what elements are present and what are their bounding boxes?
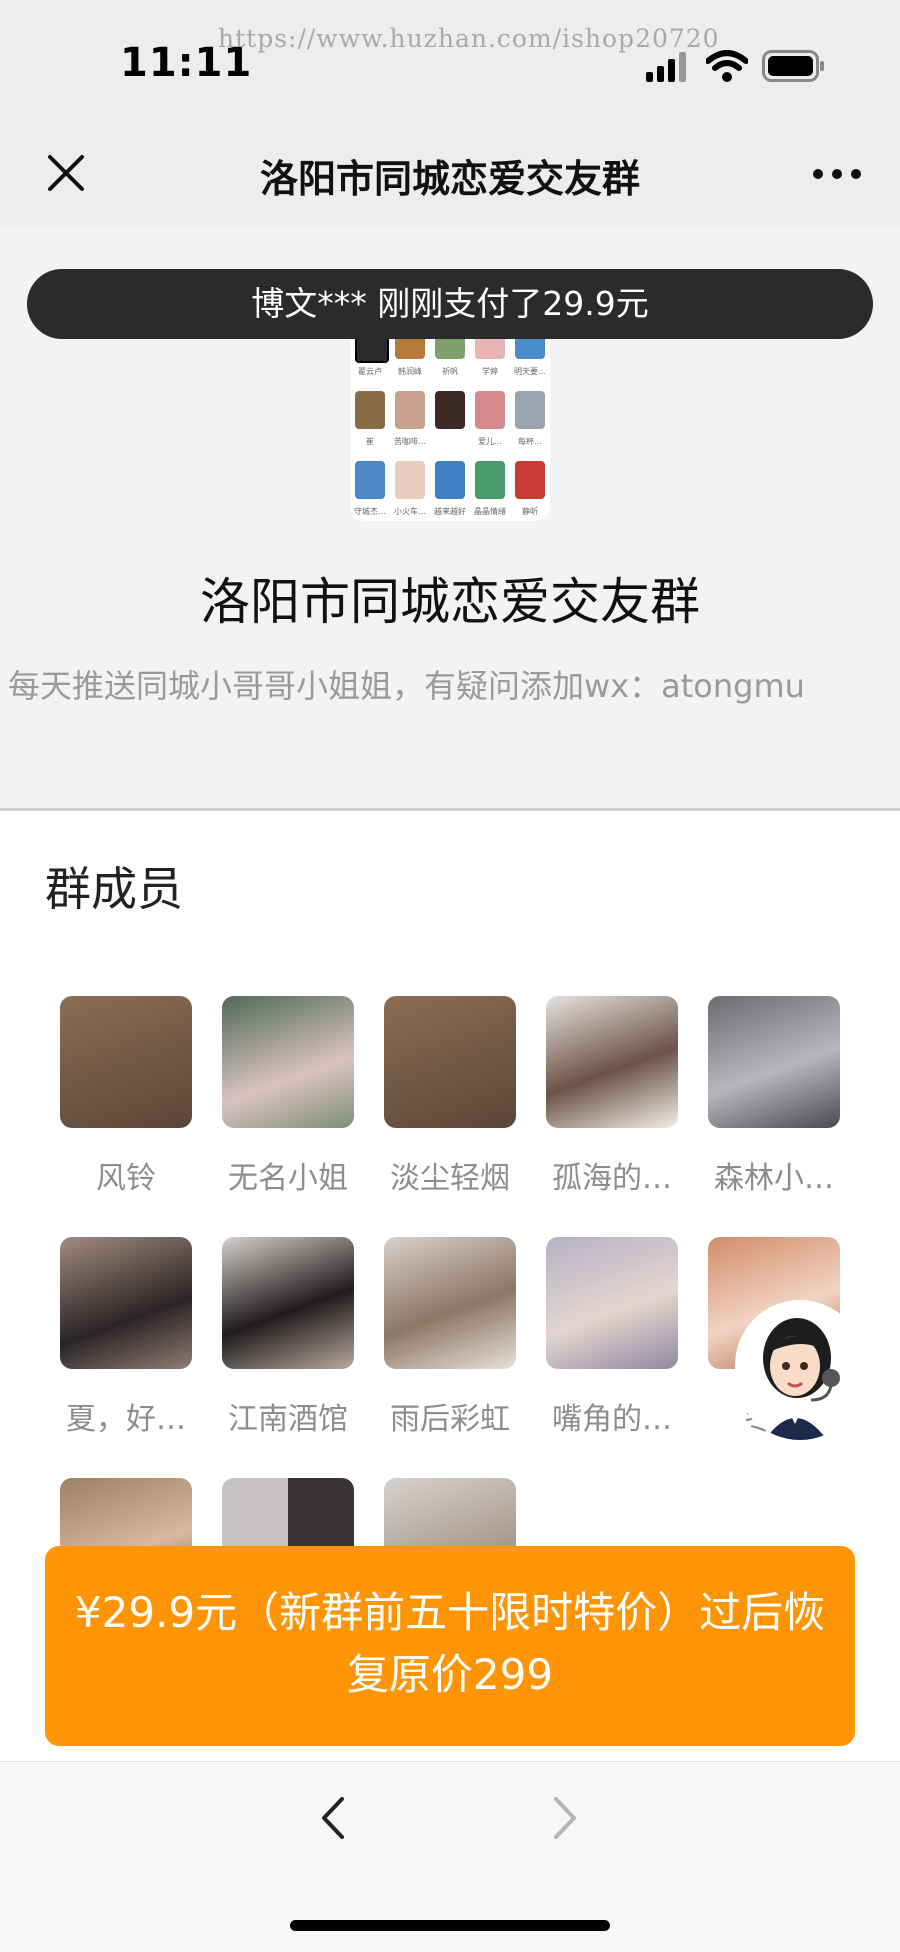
group-avatar-label: 守城杰… (354, 507, 386, 516)
group-avatar-label: 崔 (366, 437, 374, 446)
group-avatar: 翟云卢 韩润峰 祈帆 学婷 明天要… 崔 苦咖啡… 爱儿… 每杯… 守城杰… 小… (350, 316, 550, 521)
members-heading: 群成员 (45, 862, 183, 916)
group-avatar-label: 越来越好 (434, 507, 466, 516)
member-avatar[interactable] (384, 1237, 516, 1369)
member-name: 江南酒馆 (228, 1402, 348, 1437)
nav-title: 洛阳市同城恋爱交友群 (259, 157, 640, 201)
group-avatar-cell (355, 391, 385, 429)
pay-cta-button[interactable]: ¥29.9元（新群前五十限时特价）过后恢复原价299 (45, 1546, 855, 1746)
group-avatar-label: 祈帆 (442, 367, 458, 376)
group-avatar-label: 学婷 (482, 367, 498, 376)
chevron-right-icon[interactable] (550, 1795, 580, 1841)
watermark-text: https://www.huzhan.com/ishop20720 (218, 24, 720, 53)
member-avatar[interactable] (60, 1237, 192, 1369)
customer-service-avatar[interactable] (735, 1300, 865, 1440)
member-avatar[interactable] (222, 1237, 354, 1369)
group-avatar-label: 韩润峰 (398, 367, 422, 376)
pay-cta-label: ¥29.9元（新群前五十限时特价）过后恢复原价299 (74, 1588, 826, 1699)
group-avatar-cell (475, 391, 505, 429)
member-avatar[interactable] (546, 996, 678, 1128)
customer-service-icon (763, 1318, 840, 1440)
battery-icon (762, 50, 824, 82)
member-name: 无名小姐 (228, 1161, 348, 1196)
group-avatar-label: 静听 (522, 507, 538, 516)
member-avatar[interactable] (384, 996, 516, 1128)
group-avatar-cell (435, 391, 465, 429)
group-avatar-cell (395, 461, 425, 499)
group-avatar-label: 每杯… (518, 437, 542, 446)
group-avatar-cell (395, 391, 425, 429)
more-icon[interactable] (812, 164, 862, 184)
group-avatar-cell (515, 391, 545, 429)
member-avatar[interactable] (546, 1237, 678, 1369)
group-avatar-label: 晶晶情绪 (474, 507, 506, 516)
member-name: 森林小… (714, 1161, 834, 1196)
member-avatar[interactable] (222, 996, 354, 1128)
member-avatar[interactable] (60, 996, 192, 1128)
member-avatar[interactable] (708, 996, 840, 1128)
group-avatar-label: 苦咖啡… (394, 437, 426, 446)
payment-toast: 博文*** 刚刚支付了29.9元 (27, 269, 873, 339)
group-avatar-label: 爱儿… (478, 437, 502, 446)
member-name: 孤海的… (552, 1161, 672, 1196)
signal-icon (646, 52, 686, 82)
group-avatar-cell (355, 461, 385, 499)
group-avatar-label: 小火车… (394, 507, 426, 516)
group-description: 每天推送同城小哥哥小姐姐，有疑问添加wx：atongmu (8, 667, 805, 705)
group-avatar-cell (515, 461, 545, 499)
group-avatar-cell (435, 461, 465, 499)
group-avatar-label: 翟云卢 (358, 367, 382, 376)
wifi-icon (706, 50, 748, 82)
home-indicator (290, 1920, 610, 1931)
group-title: 洛阳市同城恋爱交友群 (200, 573, 700, 631)
group-avatar-label: 明天要… (514, 367, 546, 376)
member-name: 风铃 (96, 1161, 156, 1196)
member-name: 嘴角的… (552, 1402, 672, 1437)
group-avatar-cell (475, 461, 505, 499)
member-name: 雨后彩虹 (390, 1402, 510, 1437)
member-name: 夏，好… (66, 1402, 186, 1437)
chevron-left-icon[interactable] (318, 1795, 348, 1841)
member-name: 淡尘轻烟 (390, 1161, 510, 1196)
